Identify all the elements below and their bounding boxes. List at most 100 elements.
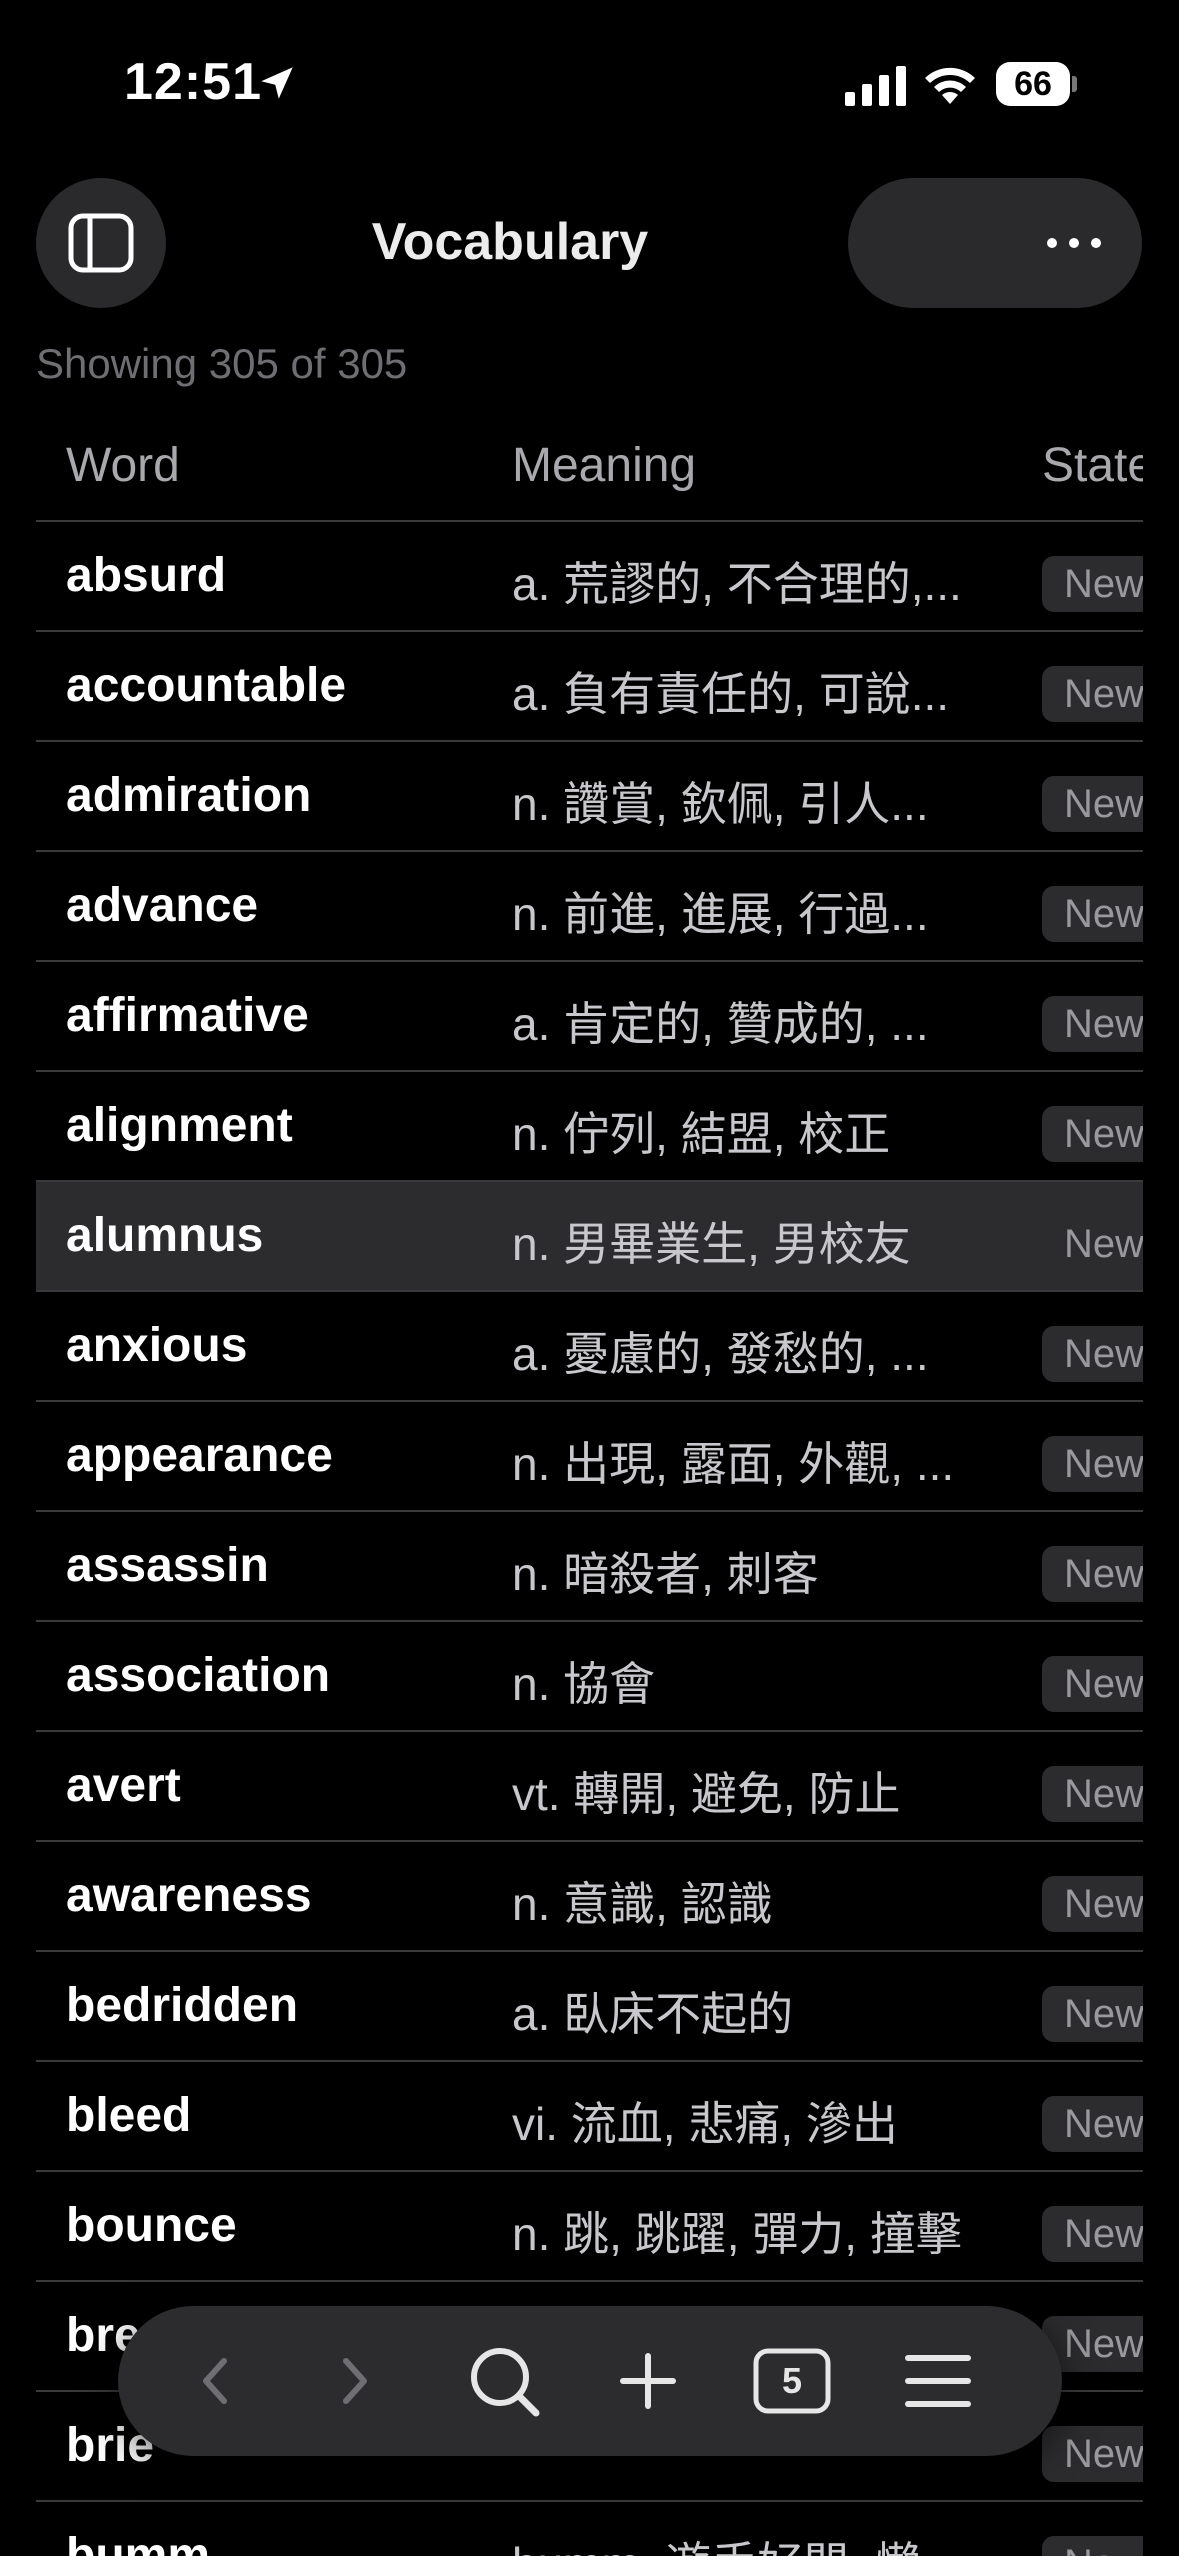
- table-row[interactable]: affirmative a. 肯定的, 贊成的, ... New: [36, 962, 1143, 1072]
- meaning-cell: a. 負有責任的, 可說...: [512, 668, 950, 720]
- state-badge: New: [1042, 666, 1143, 722]
- meaning-cell: n. 協會: [512, 1658, 656, 1710]
- state-badge: New: [1042, 776, 1143, 832]
- word-cell: bedridden: [66, 1979, 299, 2032]
- meaning-cell: a. 荒謬的, 不合理的,...: [512, 558, 962, 610]
- bottom-toolbar: 5: [118, 2306, 1062, 2456]
- meaning-cell: n. 暗殺者, 刺客: [512, 1548, 819, 1600]
- meaning-cell: n. 男畢業生, 男校友: [512, 1218, 911, 1270]
- column-header-state[interactable]: State: [1042, 438, 1143, 493]
- state-badge: New: [1042, 2426, 1143, 2482]
- state-badge: New: [1042, 886, 1143, 942]
- state-badge: New: [1042, 556, 1143, 612]
- word-cell: bounce: [66, 2199, 237, 2252]
- table-row[interactable]: bumm bumm. 遊手好閒, 懶 New: [36, 2502, 1143, 2556]
- state-badge: New: [1042, 1876, 1143, 1932]
- table-row[interactable]: association n. 協會 New: [36, 1622, 1143, 1732]
- forward-button[interactable]: [294, 2306, 414, 2456]
- plus-icon: [620, 2353, 676, 2409]
- meaning-cell: n. 佇列, 結盟, 校正: [512, 1108, 891, 1160]
- word-cell: association: [66, 1649, 331, 1702]
- wifi-icon: [925, 67, 975, 104]
- vocabulary-table: Word Meaning State absurd a. 荒謬的, 不合理的,..…: [36, 420, 1143, 2556]
- table-row[interactable]: absurd a. 荒謬的, 不合理的,... New: [36, 522, 1143, 632]
- new-tab-button[interactable]: [588, 2306, 708, 2456]
- back-button[interactable]: [156, 2306, 276, 2456]
- meaning-cell: vt. 轉開, 避免, 防止: [512, 1768, 901, 1820]
- table-row[interactable]: assassin n. 暗殺者, 刺客 New: [36, 1512, 1143, 1622]
- word-cell: awareness: [66, 1869, 312, 1922]
- table-row[interactable]: avert vt. 轉開, 避免, 防止 New: [36, 1732, 1143, 1842]
- table-row[interactable]: bleed vi. 流血, 悲痛, 滲出 New: [36, 2062, 1143, 2172]
- state-badge: New: [1042, 2206, 1143, 2262]
- state-badge: New: [1042, 1106, 1143, 1162]
- word-cell: bleed: [66, 2089, 192, 2142]
- state-badge: New: [1042, 1986, 1143, 2042]
- word-cell: avert: [66, 1759, 181, 1812]
- table-row[interactable]: awareness n. 意識, 認識 New: [36, 1842, 1143, 1952]
- meaning-cell: vi. 流血, 悲痛, 滲出: [512, 2098, 898, 2150]
- chevron-right-icon: [343, 2358, 367, 2404]
- sidebar-icon: [68, 213, 134, 273]
- meaning-cell: n. 讚賞, 欽佩, 引人...: [512, 778, 929, 830]
- chevron-left-icon: [203, 2358, 227, 2404]
- column-header-word[interactable]: Word: [66, 438, 180, 493]
- state-badge: New: [1042, 1216, 1143, 1272]
- word-cell: alumnus: [66, 1209, 264, 1262]
- state-badge: New: [1042, 1766, 1143, 1822]
- state-badge: New: [1042, 1326, 1143, 1382]
- table-row[interactable]: alignment n. 佇列, 結盟, 校正 New: [36, 1072, 1143, 1182]
- table-row[interactable]: bounce n. 跳, 跳躍, 彈力, 撞擊 New: [36, 2172, 1143, 2282]
- column-header-meaning[interactable]: Meaning: [512, 438, 696, 493]
- table-row[interactable]: admiration n. 讚賞, 欽佩, 引人... New: [36, 742, 1143, 852]
- meaning-cell: n. 前進, 進展, 行過...: [512, 888, 929, 940]
- state-badge: New: [1042, 996, 1143, 1052]
- word-cell: alignment: [66, 1099, 293, 1152]
- tabs-count: 5: [781, 2360, 803, 2401]
- table-row[interactable]: bedridden a. 臥床不起的 New: [36, 1952, 1143, 2062]
- battery-tip: [1072, 76, 1077, 92]
- results-count: Showing 305 of 305: [36, 340, 408, 387]
- word-cell: absurd: [66, 549, 227, 602]
- word-cell: appearance: [66, 1429, 333, 1482]
- search-button[interactable]: [444, 2306, 564, 2456]
- word-cell: affirmative: [66, 989, 309, 1042]
- table-row[interactable]: advance n. 前進, 進展, 行過... New: [36, 852, 1143, 962]
- sidebar-toggle-button[interactable]: [36, 178, 166, 308]
- state-badge: New: [1042, 2536, 1143, 2556]
- state-badge: New: [1042, 1656, 1143, 1712]
- meaning-cell: n. 跳, 跳躍, 彈力, 撞擊: [512, 2208, 962, 2260]
- word-cell: anxious: [66, 1319, 248, 1372]
- battery-level: 66: [1014, 65, 1052, 103]
- more-options-button[interactable]: [848, 178, 1142, 308]
- table-row[interactable]: appearance n. 出現, 露面, 外觀, ... New: [36, 1402, 1143, 1512]
- state-badge: New: [1042, 2096, 1143, 2152]
- word-cell: bumm: [66, 2529, 210, 2556]
- table-header: Word Meaning State: [36, 420, 1143, 522]
- table-row[interactable]: anxious a. 憂慮的, 發愁的, ... New: [36, 1292, 1143, 1402]
- word-cell: assassin: [66, 1539, 269, 1592]
- location-arrow-icon: [261, 67, 293, 99]
- status-bar: 12:51 66: [0, 0, 1179, 170]
- ellipsis-icon: [1047, 238, 1101, 248]
- table-row[interactable]: alumnus n. 男畢業生, 男校友 New: [36, 1182, 1143, 1292]
- table-body: absurd a. 荒謬的, 不合理的,... New accountable a. 負…: [36, 522, 1143, 2556]
- battery-indicator: 66: [996, 62, 1077, 106]
- meaning-cell: a. 臥床不起的: [512, 1988, 794, 2040]
- status-time: 12:51: [124, 53, 262, 111]
- hamburger-menu-icon: [905, 2355, 971, 2407]
- page-title: Vocabulary: [371, 213, 649, 271]
- cellular-signal-icon: [845, 66, 906, 106]
- tabs-button[interactable]: 5: [732, 2306, 852, 2456]
- state-badge: New: [1042, 1546, 1143, 1602]
- meaning-cell: a. 憂慮的, 發愁的, ...: [512, 1328, 929, 1380]
- word-cell: advance: [66, 879, 259, 932]
- meaning-cell: bumm. 遊手好閒, 懶: [512, 2528, 921, 2556]
- state-badge: New: [1042, 1436, 1143, 1492]
- table-row[interactable]: accountable a. 負有責任的, 可說... New: [36, 632, 1143, 742]
- menu-button[interactable]: [878, 2306, 998, 2456]
- search-icon: [471, 2348, 540, 2417]
- meaning-cell: n. 出現, 露面, 外觀, ...: [512, 1438, 955, 1490]
- meaning-cell: a. 肯定的, 贊成的, ...: [512, 998, 929, 1050]
- word-cell: admiration: [66, 769, 312, 822]
